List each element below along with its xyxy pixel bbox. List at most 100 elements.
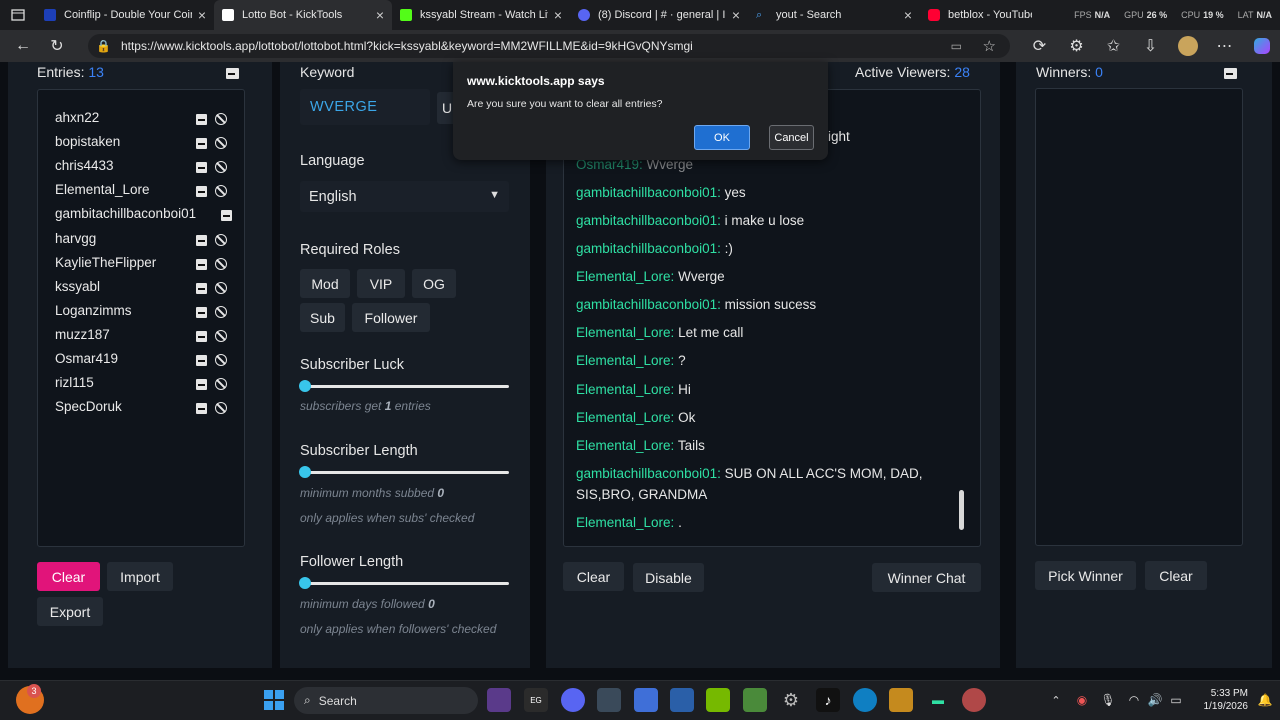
tab-youtube[interactable]: betblox - YouTube <box>920 0 1040 30</box>
back-icon[interactable]: ← <box>6 30 40 62</box>
remove-entry-icon[interactable] <box>196 283 207 294</box>
ban-user-icon[interactable] <box>215 306 227 318</box>
tab-discord[interactable]: (8) Discord | # · general | I × <box>570 0 748 30</box>
remove-entry-icon[interactable] <box>196 235 207 246</box>
battery-icon[interactable]: ▭ <box>1164 688 1188 712</box>
ban-user-icon[interactable] <box>215 330 227 342</box>
export-button[interactable]: Export <box>37 597 103 626</box>
language-select[interactable]: English ▼ <box>300 181 509 212</box>
remove-entry-icon[interactable] <box>196 162 207 173</box>
tracking-icon[interactable]: ⚙ <box>1058 30 1095 62</box>
chat-username[interactable]: Elemental_Lore: <box>576 410 674 425</box>
ban-user-icon[interactable] <box>215 185 227 197</box>
role-sub-toggle[interactable]: Sub <box>300 303 345 332</box>
copilot-icon[interactable] <box>1243 30 1280 62</box>
chat-username[interactable]: Elemental_Lore: <box>576 515 674 530</box>
url-text[interactable]: https://www.kicktools.app/lottobot/lotto… <box>121 39 693 53</box>
remove-entry-icon[interactable] <box>196 331 207 342</box>
vscode-icon[interactable] <box>634 688 658 712</box>
close-tab-icon[interactable]: × <box>376 7 384 23</box>
clear-chat-button[interactable]: Clear <box>563 562 624 591</box>
remove-entry-icon[interactable] <box>221 210 232 221</box>
close-tab-icon[interactable]: × <box>732 7 740 23</box>
chat-username[interactable]: gambitachillbaconboi01: <box>576 241 721 256</box>
remove-entry-icon[interactable] <box>196 186 207 197</box>
chat-username[interactable]: gambitachillbaconboi01: <box>576 297 721 312</box>
app-icon[interactable] <box>962 688 986 712</box>
store-icon[interactable] <box>597 688 621 712</box>
ban-user-icon[interactable] <box>215 258 227 270</box>
nvidia-icon[interactable] <box>706 688 730 712</box>
chat-username[interactable]: gambitachillbaconboi01: <box>576 185 721 200</box>
clock[interactable]: 5:33 PM 1/19/2026 <box>1200 687 1249 713</box>
chat-username[interactable]: gambitachillbaconboi01: <box>576 213 721 228</box>
role-vip-toggle[interactable]: VIP <box>357 269 405 298</box>
app-icon[interactable] <box>487 688 511 712</box>
tab-lotto-bot[interactable]: Lotto Bot - KickTools × <box>214 0 392 30</box>
record-icon[interactable]: ◉ <box>1070 688 1094 712</box>
ban-user-icon[interactable] <box>215 137 227 149</box>
address-bar[interactable]: 🔒 https://www.kicktools.app/lottobot/lot… <box>88 34 1010 58</box>
extensions-icon[interactable]: ⟳ <box>1021 30 1058 62</box>
epic-games-icon[interactable]: EG <box>524 688 548 712</box>
winners-menu-icon[interactable] <box>1224 68 1237 79</box>
tracking-prevention-icon[interactable]: ▭ <box>951 39 962 53</box>
discord-icon[interactable] <box>561 688 585 712</box>
remove-entry-icon[interactable] <box>196 114 207 125</box>
notifications-bell-icon[interactable]: 🔔 <box>1253 688 1277 712</box>
favorites-icon[interactable]: ✩ <box>1095 30 1132 62</box>
entries-menu-icon[interactable] <box>226 68 239 79</box>
sub-luck-slider[interactable] <box>305 385 509 388</box>
remove-entry-icon[interactable] <box>196 403 207 414</box>
tiktok-icon[interactable]: ♪ <box>816 688 840 712</box>
chat-username[interactable]: Elemental_Lore: <box>576 269 674 284</box>
remove-entry-icon[interactable] <box>196 355 207 366</box>
tab-actions-icon[interactable] <box>0 0 36 30</box>
close-tab-icon[interactable]: × <box>198 7 206 23</box>
keyword-input[interactable]: WVERGE <box>300 89 430 125</box>
chat-username[interactable]: Elemental_Lore: <box>576 382 674 397</box>
close-tab-icon[interactable]: × <box>904 7 912 23</box>
ban-user-icon[interactable] <box>215 282 227 294</box>
role-mod-toggle[interactable]: Mod <box>300 269 350 298</box>
remove-entry-icon[interactable] <box>196 259 207 270</box>
follower-length-slider[interactable] <box>305 582 509 585</box>
clear-winners-button[interactable]: Clear <box>1145 561 1207 590</box>
more-menu-icon[interactable]: ⋯ <box>1206 30 1243 62</box>
sub-length-handle[interactable] <box>299 466 311 478</box>
edge-icon[interactable] <box>853 688 877 712</box>
role-follower-toggle[interactable]: Follower <box>352 303 430 332</box>
tab-kick-stream[interactable]: kssyabl Stream - Watch Live × <box>392 0 570 30</box>
minecraft-icon[interactable] <box>743 688 767 712</box>
start-icon[interactable] <box>262 688 286 712</box>
remove-entry-icon[interactable] <box>196 138 207 149</box>
remove-entry-icon[interactable] <box>196 379 207 390</box>
microphone-icon[interactable]: 🎙 <box>1096 688 1120 712</box>
ok-button[interactable]: OK <box>694 125 750 150</box>
app-icon[interactable] <box>889 688 913 712</box>
downloads-icon[interactable]: ⇩ <box>1132 30 1169 62</box>
import-button[interactable]: Import <box>107 562 173 591</box>
pick-winner-button[interactable]: Pick Winner <box>1035 561 1136 590</box>
follower-length-handle[interactable] <box>299 577 311 589</box>
settings-gear-icon[interactable]: ⚙ <box>779 688 803 712</box>
ban-user-icon[interactable] <box>215 113 227 125</box>
disable-chat-button[interactable]: Disable <box>633 563 704 592</box>
sub-luck-handle[interactable] <box>299 380 311 392</box>
ban-user-icon[interactable] <box>215 234 227 246</box>
ban-user-icon[interactable] <box>215 161 227 173</box>
role-og-toggle[interactable]: OG <box>412 269 456 298</box>
chat-username[interactable]: gambitachillbaconboi01: <box>576 466 721 481</box>
file-explorer-icon[interactable] <box>670 688 694 712</box>
remove-entry-icon[interactable] <box>196 307 207 318</box>
ban-user-icon[interactable] <box>215 402 227 414</box>
winner-chat-button[interactable]: Winner Chat <box>872 563 981 592</box>
profile-avatar[interactable] <box>1169 30 1206 62</box>
refresh-icon[interactable]: ↻ <box>40 30 74 62</box>
site-info-icon[interactable]: 🔒 <box>96 39 111 53</box>
favorite-star-icon[interactable]: ☆ <box>983 37 996 55</box>
ban-user-icon[interactable] <box>215 378 227 390</box>
chat-username[interactable]: Elemental_Lore: <box>576 353 674 368</box>
cancel-button[interactable]: Cancel <box>769 125 814 150</box>
ban-user-icon[interactable] <box>215 354 227 366</box>
